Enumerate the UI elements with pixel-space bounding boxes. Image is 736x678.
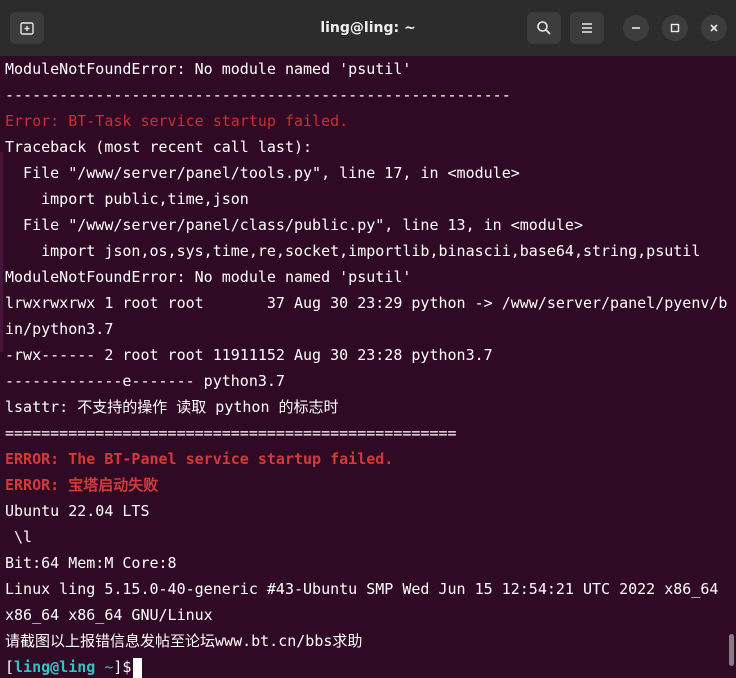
terminal-output[interactable]: ModuleNotFoundError: No module named 'ps… bbox=[0, 56, 736, 678]
title-bar: ling@ling: ~ bbox=[0, 0, 736, 57]
terminal-line: ========================================… bbox=[5, 424, 457, 442]
terminal-line: Traceback (most recent call last): bbox=[5, 138, 313, 156]
terminal-line: Ubuntu 22.04 LTS bbox=[5, 502, 150, 520]
menu-button[interactable] bbox=[570, 12, 604, 44]
terminal-line: in/python3.7 bbox=[5, 320, 114, 338]
terminal-line: -rwx------ 2 root root 11911152 Aug 30 2… bbox=[5, 346, 493, 364]
close-icon bbox=[710, 24, 718, 32]
prompt-close: ]$ bbox=[113, 658, 132, 676]
terminal-line: import public,time,json bbox=[5, 190, 249, 208]
terminal-line: import json,os,sys,time,re,socket,import… bbox=[5, 242, 701, 260]
error-line: Error: BT-Task service startup failed. bbox=[5, 112, 349, 130]
error-message-cn: 宝塔启动失败 bbox=[68, 476, 159, 494]
terminal-line: lsattr: 不支持的操作 读取 python 的标志时 bbox=[5, 398, 339, 416]
terminal-line: x86_64 x86_64 GNU/Linux bbox=[5, 606, 213, 624]
prompt-open-bracket: [ bbox=[5, 658, 15, 676]
terminal-line: ModuleNotFoundError: No module named 'ps… bbox=[5, 268, 412, 286]
terminal-line: ModuleNotFoundError: No module named 'ps… bbox=[5, 60, 412, 78]
maximize-icon bbox=[670, 23, 680, 33]
minimize-button[interactable] bbox=[623, 15, 649, 41]
error-prefix: ERROR: bbox=[5, 476, 69, 494]
terminal-line: lrwxrwxrwx 1 root root 37 Aug 30 23:29 p… bbox=[5, 294, 728, 312]
left-edge-shade bbox=[0, 152, 3, 352]
text-cursor bbox=[133, 657, 143, 678]
search-icon bbox=[537, 21, 551, 35]
close-button[interactable] bbox=[701, 15, 727, 41]
search-button[interactable] bbox=[527, 12, 561, 44]
minimize-icon bbox=[632, 27, 640, 29]
maximize-button[interactable] bbox=[662, 15, 688, 41]
terminal-line: 请截图以上报错信息发帖至论坛www.bt.cn/bbs求助 bbox=[5, 632, 363, 650]
terminal-line: File "/www/server/panel/tools.py", line … bbox=[5, 164, 520, 182]
error-line: ERROR: The BT-Panel service startup fail… bbox=[5, 450, 394, 468]
terminal-line: \l bbox=[5, 528, 33, 546]
shell-prompt[interactable]: [ling@ling ~]$ bbox=[5, 654, 143, 678]
terminal-line: Bit:64 Mem:M Core:8 bbox=[5, 554, 177, 572]
hamburger-menu-icon bbox=[582, 23, 592, 33]
terminal-line: Linux ling 5.15.0-40-generic #43-Ubuntu … bbox=[5, 580, 719, 598]
scrollbar-thumb[interactable] bbox=[729, 634, 734, 666]
error-line: ERROR: 宝塔启动失败 bbox=[5, 472, 158, 498]
terminal-line: File "/www/server/panel/class/public.py"… bbox=[5, 216, 583, 234]
terminal-line: ----------------------------------------… bbox=[5, 86, 511, 104]
prompt-user-host: ling@ling bbox=[14, 658, 96, 676]
terminal-line: -------------e------- python3.7 bbox=[5, 372, 285, 390]
